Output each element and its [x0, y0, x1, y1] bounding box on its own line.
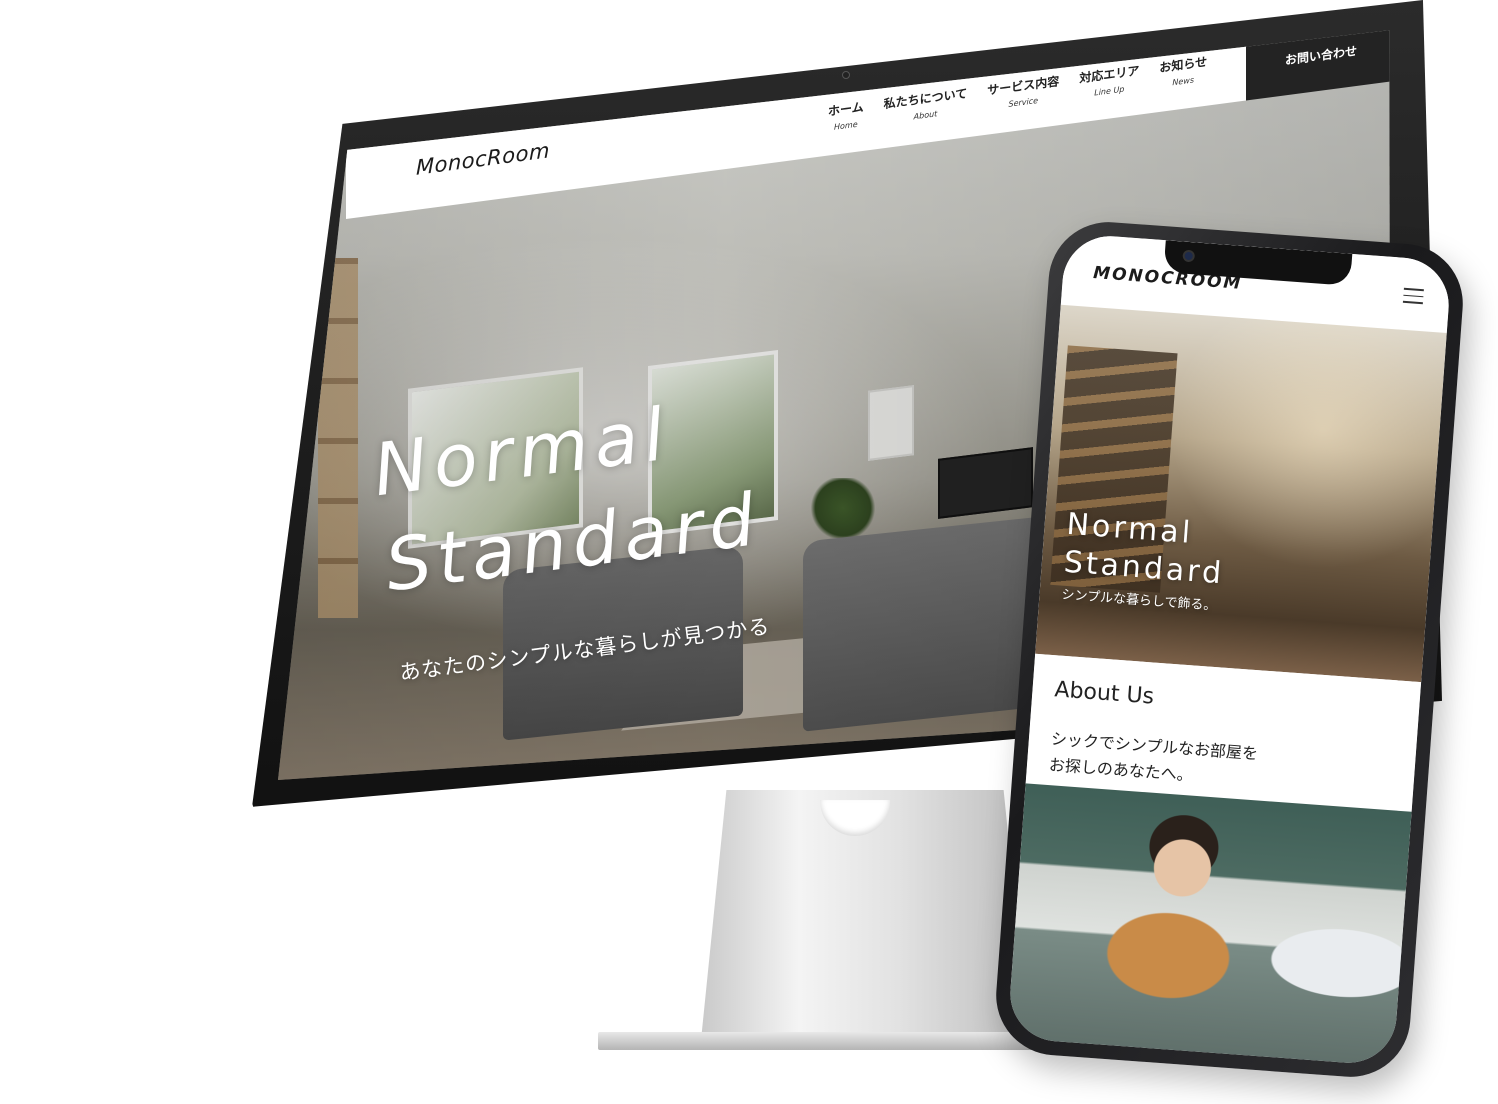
- mobile-hero: Normal Standard シンプルな暮らしで飾る。: [1035, 304, 1447, 683]
- nav-news[interactable]: お知らせ News: [1159, 53, 1207, 89]
- hamburger-menu-icon[interactable]: [1402, 287, 1424, 305]
- hero-copy: Normal Standard あなたのシンプルな暮らしが見つかる: [368, 376, 775, 687]
- nav-home[interactable]: ホーム Home: [828, 98, 864, 133]
- mobile-screen: MONOCROOM Normal Standard シンプルな暮らしで飾る。 A…: [1006, 232, 1453, 1067]
- smartphone: MONOCROOM Normal Standard シンプルな暮らしで飾る。 A…: [991, 217, 1468, 1082]
- camera-icon: [1182, 249, 1196, 263]
- mobile-hero-copy: Normal Standard シンプルな暮らしで飾る。: [1061, 506, 1228, 614]
- camera-icon: [842, 71, 850, 79]
- mobile-hero-title: Normal Standard: [1063, 506, 1229, 594]
- monitor-base: [598, 1032, 1044, 1050]
- nav-label: ホーム: [828, 99, 864, 119]
- about-title: About Us: [1053, 677, 1155, 710]
- kitchen-photo: [1006, 783, 1412, 1067]
